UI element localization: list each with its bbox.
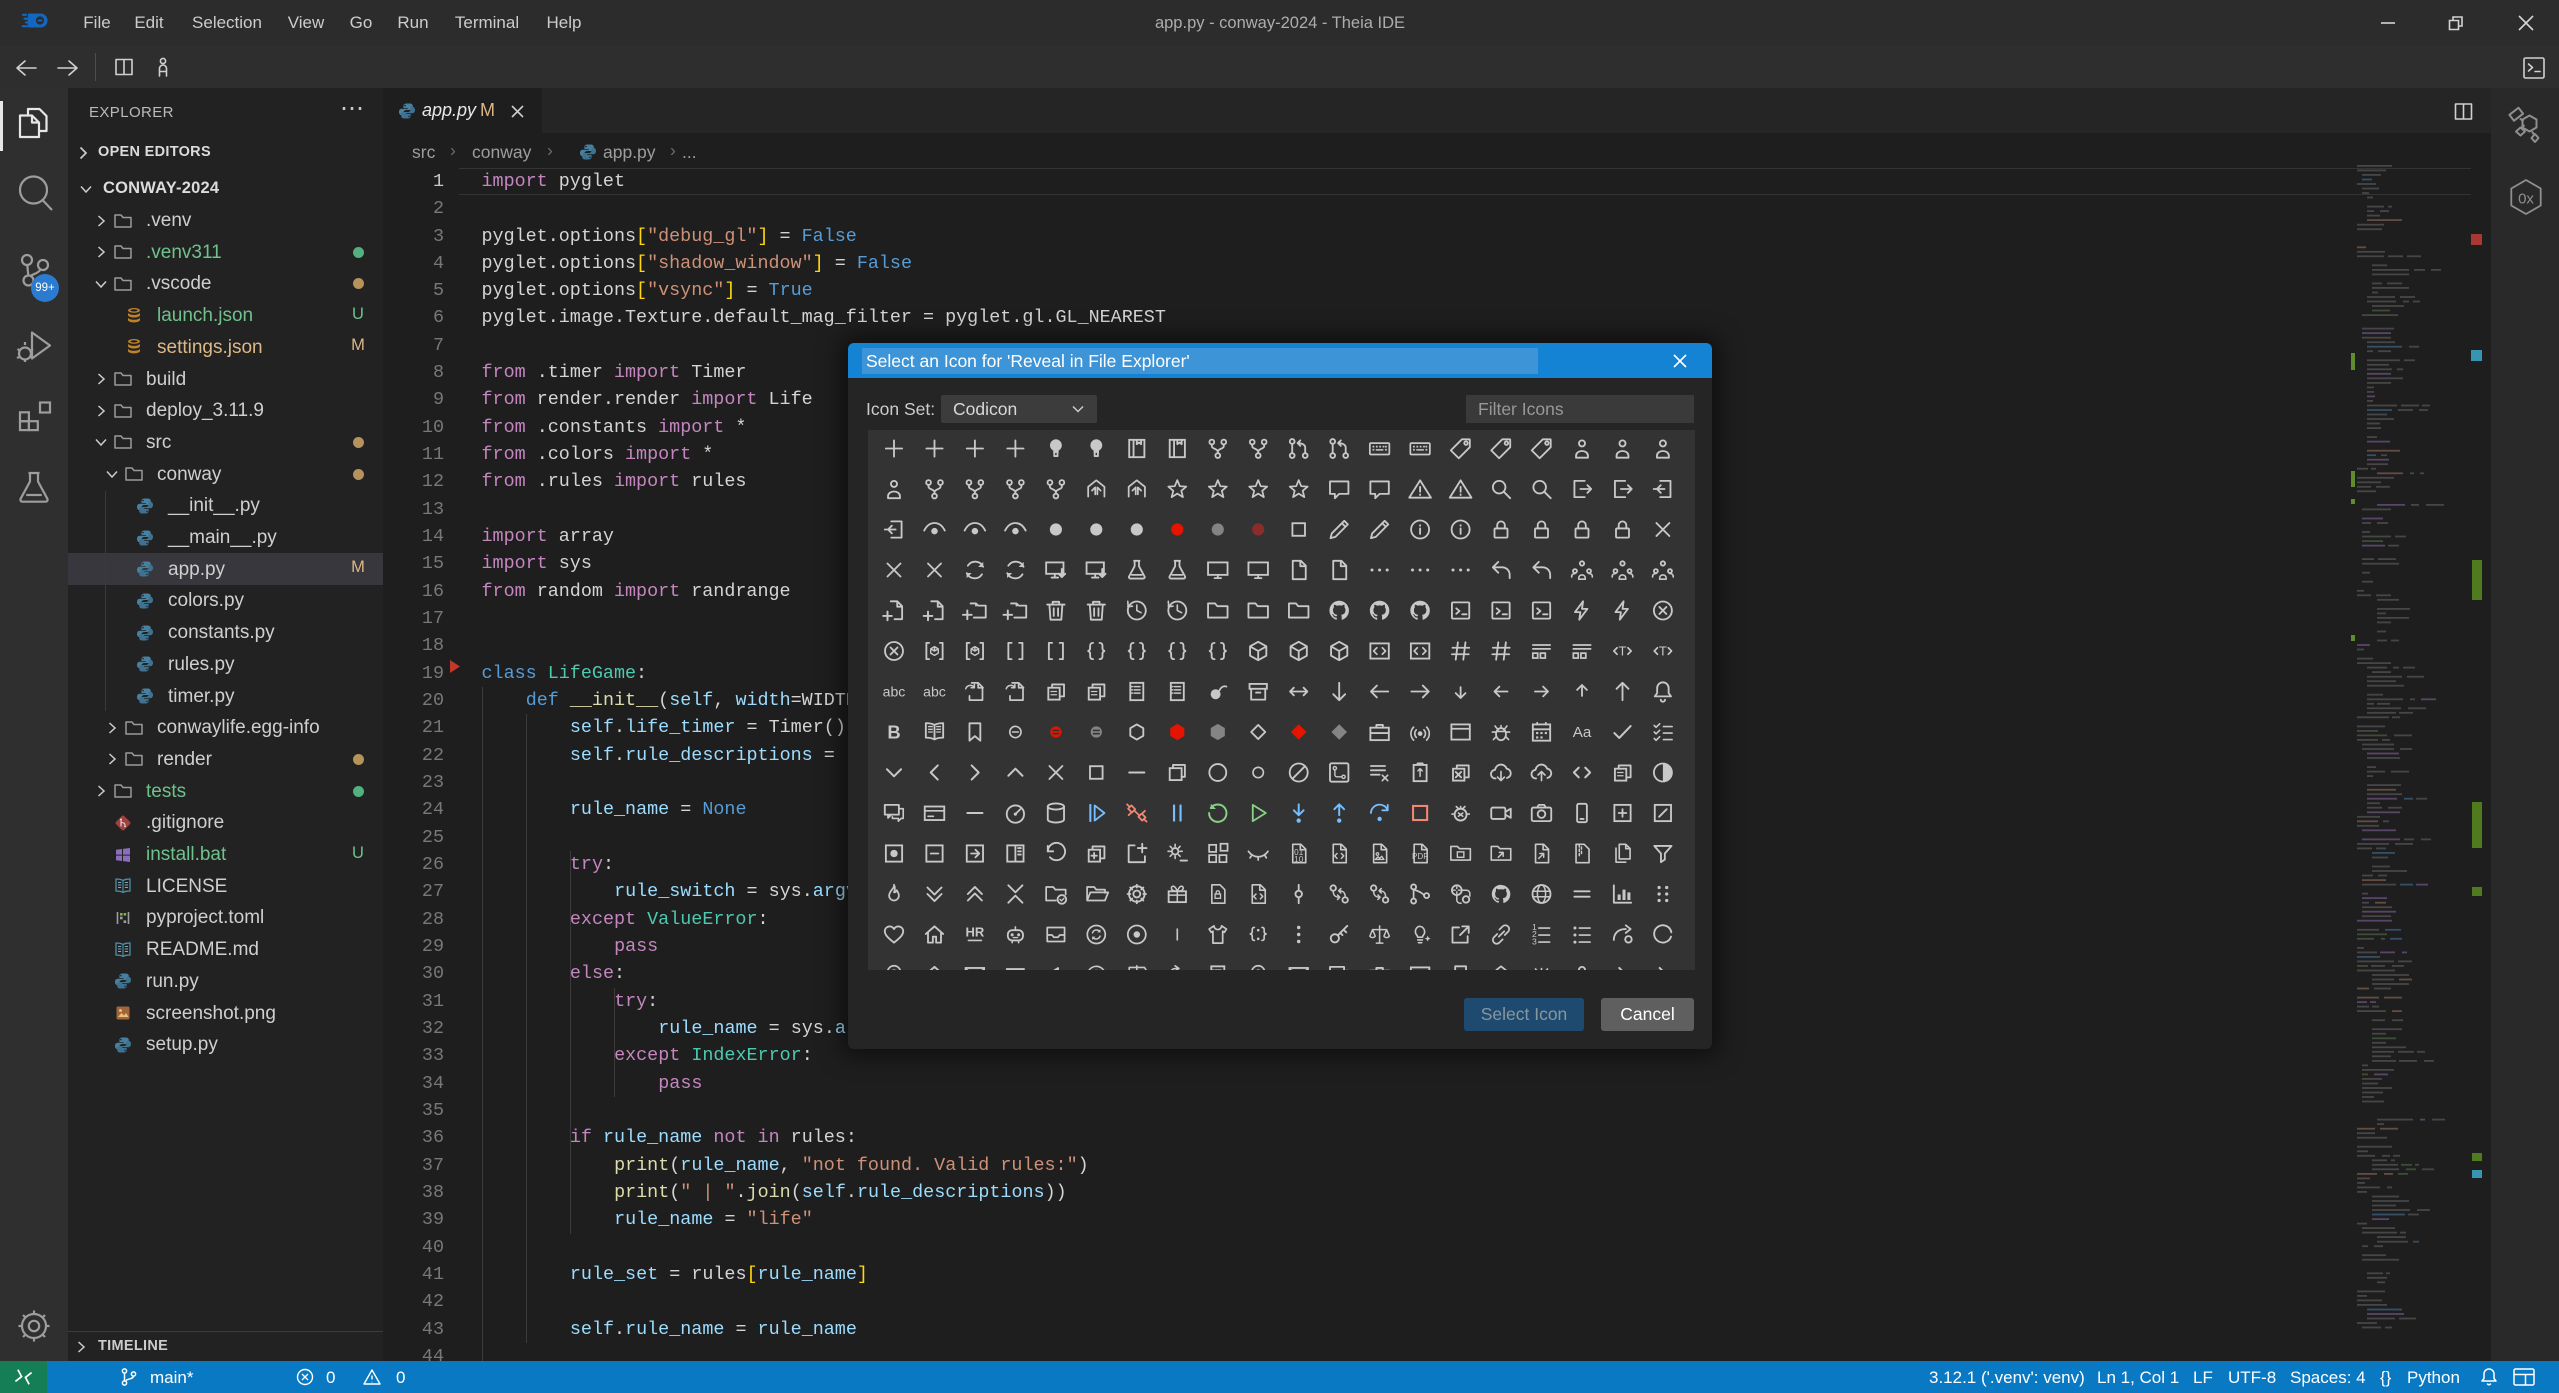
- svg-text:0x: 0x: [2518, 191, 2534, 208]
